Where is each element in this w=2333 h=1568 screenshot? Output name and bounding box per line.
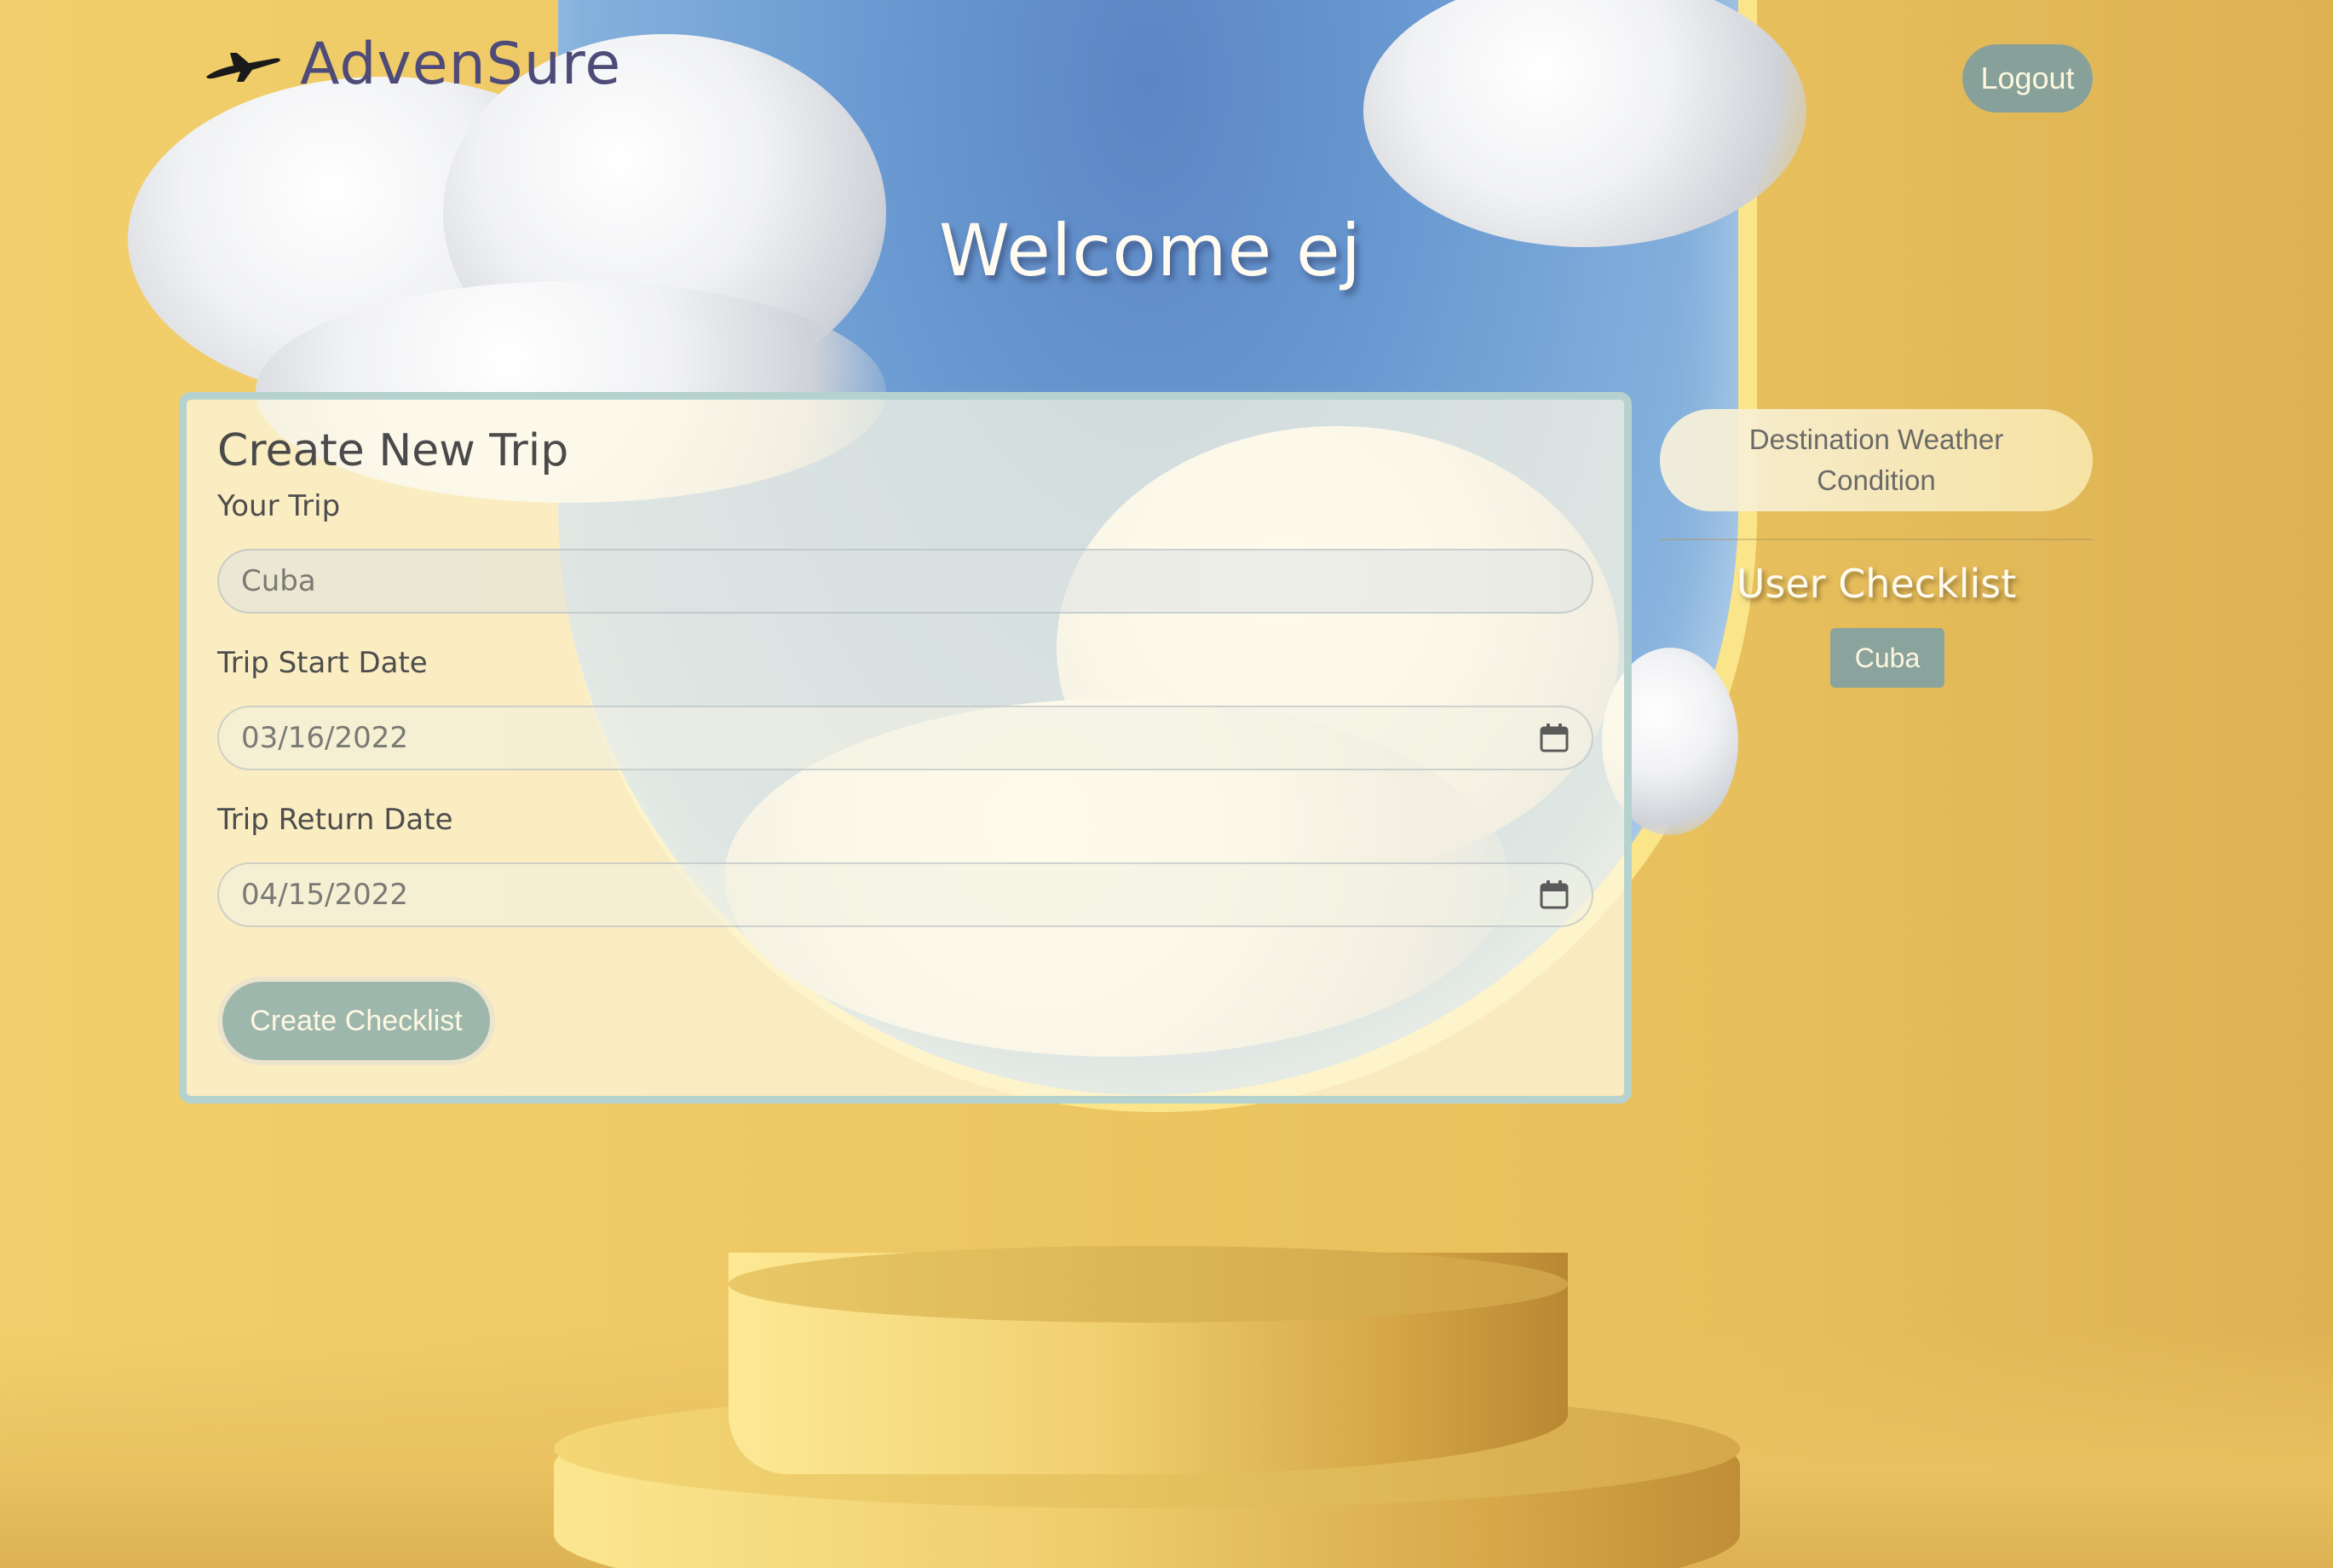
calendar-icon[interactable] (1539, 879, 1570, 910)
create-trip-card: Create New Trip Your Trip Cuba Trip Star… (179, 392, 1632, 1104)
calendar-icon[interactable] (1539, 723, 1570, 753)
page: AdvenSure Logout Welcome ej Create New T… (0, 0, 2333, 1568)
user-checklist-title: User Checklist (1736, 561, 2017, 607)
pedestal-upper-top (729, 1246, 1568, 1323)
brand-name: AdvenSure (300, 30, 622, 98)
welcome-heading: Welcome ej (939, 209, 1362, 292)
create-checklist-button[interactable]: Create Checklist (222, 982, 490, 1060)
return-date-label: Trip Return Date (217, 803, 453, 837)
destination-weather-label: Destination Weather Condition (1748, 424, 2004, 496)
destination-weather-button[interactable]: Destination Weather Condition (1660, 409, 2093, 511)
brand-logo[interactable]: AdvenSure (204, 26, 621, 102)
sidebar-divider (1660, 539, 2093, 540)
plane-icon (206, 53, 280, 82)
checklist-item-cuba[interactable]: Cuba (1830, 628, 1944, 688)
start-date-label: Trip Start Date (217, 646, 428, 680)
return-date-input[interactable]: 04/15/2022 (217, 862, 1593, 927)
trip-label: Your Trip (217, 489, 341, 523)
card-title: Create New Trip (217, 425, 569, 476)
start-date-value: 03/16/2022 (241, 721, 408, 755)
trip-input-value: Cuba (241, 564, 316, 598)
start-date-input[interactable]: 03/16/2022 (217, 706, 1593, 770)
trip-input[interactable]: Cuba (217, 549, 1593, 614)
logout-button[interactable]: Logout (1962, 44, 2093, 112)
return-date-value: 04/15/2022 (241, 878, 408, 912)
